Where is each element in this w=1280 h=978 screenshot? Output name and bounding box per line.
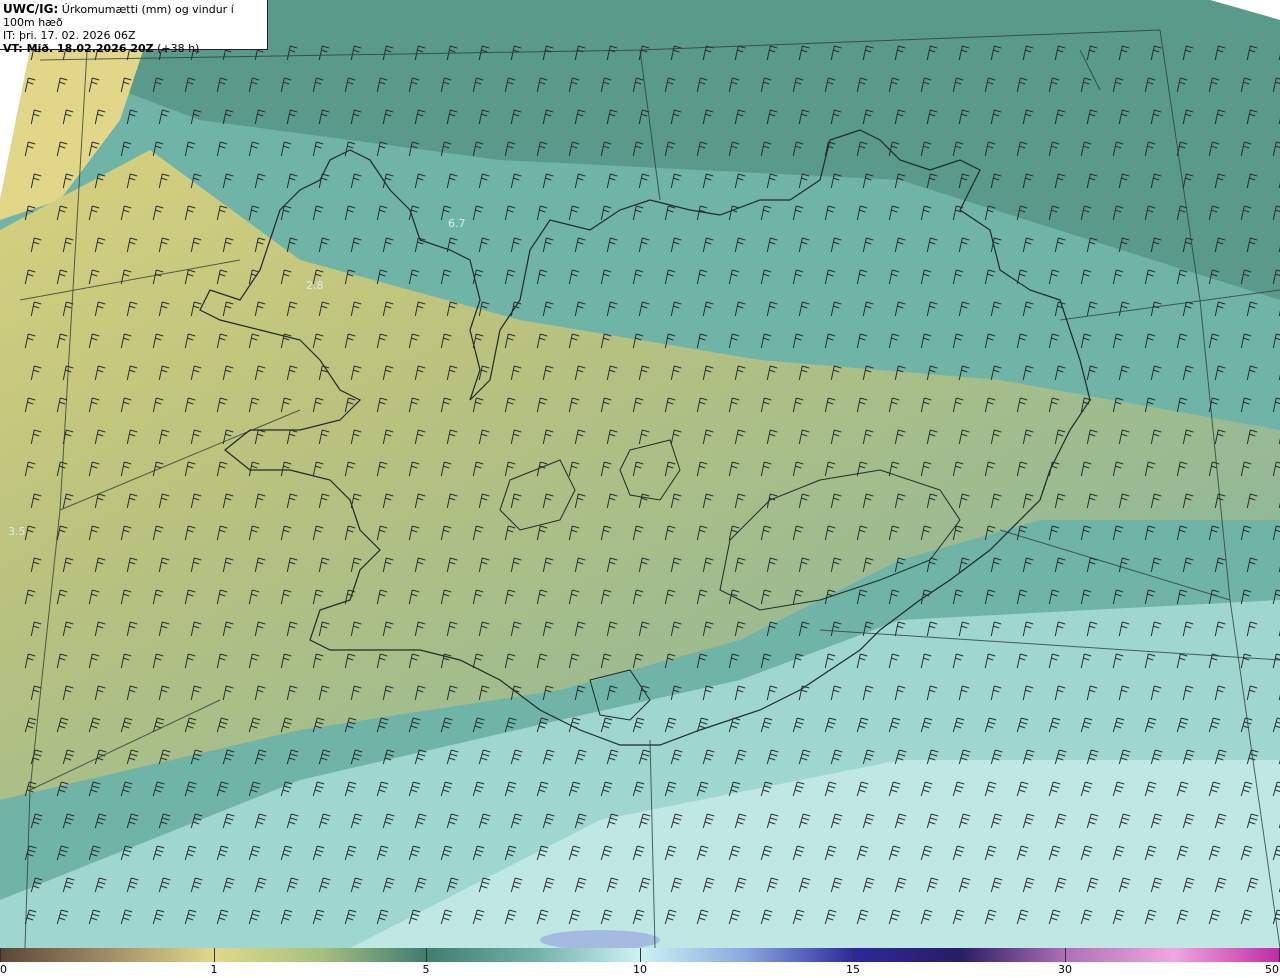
map-value-label: 6.7 bbox=[448, 217, 466, 230]
legend-tick-label: 0 bbox=[0, 963, 7, 976]
legend-tick-label: 30 bbox=[1058, 963, 1072, 976]
legend-tick bbox=[1065, 948, 1066, 962]
legend-tick bbox=[853, 948, 854, 962]
legend-tick-label: 50 bbox=[1265, 963, 1279, 976]
forecast-title: UWC/IG: Úrkomumætti (mm) og vindur í 100… bbox=[3, 2, 234, 30]
legend-tick-label: 10 bbox=[633, 963, 647, 976]
forecast-info-box: UWC/IG: Úrkomumætti (mm) og vindur í 100… bbox=[0, 0, 268, 55]
legend-tick bbox=[640, 948, 641, 962]
legend-tick-label: 15 bbox=[846, 963, 860, 976]
precipitation-map: 6.7 2.8 3.5 bbox=[0, 0, 1280, 948]
map-value-label: 2.8 bbox=[306, 279, 324, 292]
issue-time: IT: þri. 17. 02. 2026 06Z bbox=[3, 29, 136, 42]
valid-time: VT: Mið. 18.02.2026 20Z (+38 h) bbox=[3, 42, 200, 55]
legend-tick bbox=[426, 948, 427, 962]
legend-tick bbox=[214, 948, 215, 962]
map-value-label: 3.5 bbox=[8, 525, 26, 538]
legend-tick-label: 1 bbox=[210, 963, 218, 976]
legend-tick-label: 5 bbox=[422, 963, 430, 976]
color-legend: 0 1 5 10 15 30 50 bbox=[0, 948, 1280, 978]
legend-tick bbox=[0, 948, 1, 962]
